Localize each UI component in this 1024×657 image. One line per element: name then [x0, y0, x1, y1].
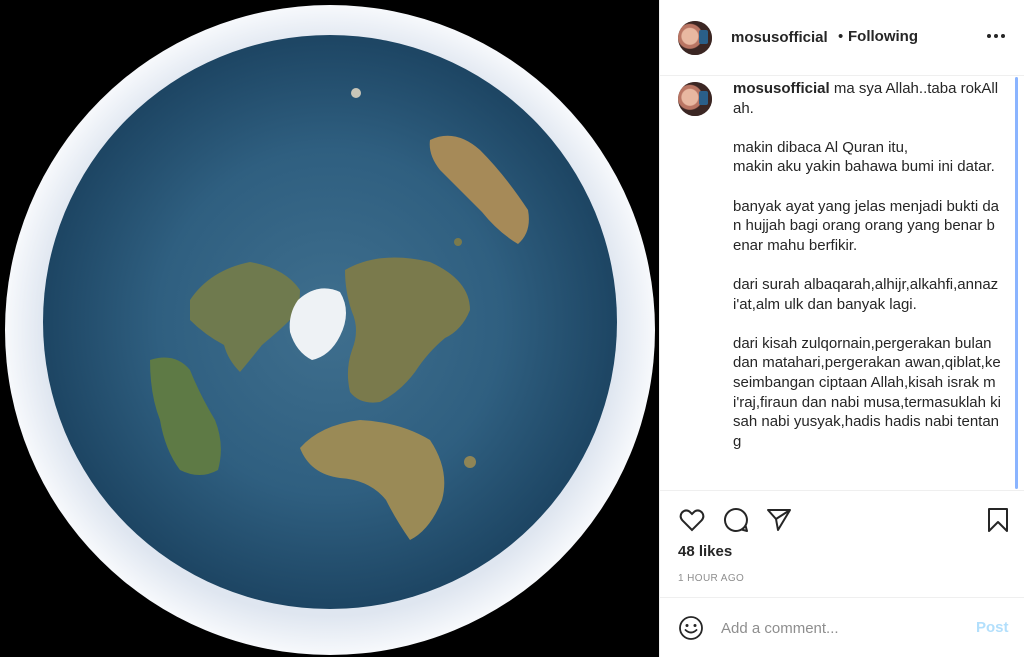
separator-dot: •	[838, 28, 844, 45]
comment-input[interactable]	[721, 618, 961, 638]
scrollbar[interactable]	[1015, 77, 1018, 489]
caption-body: ma sya Allah..taba rokAllah. makin dibac…	[733, 80, 1001, 450]
action-bar: 48 likes 1 HOUR AGO	[660, 490, 1024, 596]
caption-username[interactable]: mosusofficial	[733, 80, 830, 97]
emoji-icon[interactable]	[678, 615, 704, 641]
post-button[interactable]: Post	[976, 619, 1009, 636]
more-horizontal-icon-glyph	[987, 34, 1005, 38]
caption-text: mosusofficial ma sya Allah..taba rokAlla…	[733, 79, 1003, 451]
more-horizontal-icon[interactable]	[986, 24, 1006, 40]
username-link[interactable]: mosusofficial	[731, 29, 828, 46]
post-sidebar: mosusofficial • Following mosusofficial …	[659, 0, 1024, 657]
comment-icon[interactable]	[722, 506, 750, 534]
following-button[interactable]: Following	[848, 28, 918, 45]
heart-icon[interactable]	[678, 506, 706, 534]
instagram-post-view: mosusofficial • Following mosusofficial …	[0, 0, 1024, 657]
share-icon-glyph	[767, 509, 791, 531]
bookmark-icon-glyph	[988, 508, 1008, 532]
flat-earth-map-image	[0, 0, 659, 657]
bookmark-icon[interactable]	[984, 506, 1012, 534]
likes-count[interactable]: 48 likes	[678, 543, 732, 560]
post-header: mosusofficial • Following	[660, 0, 1024, 76]
heart-icon-glyph	[679, 509, 705, 532]
post-image[interactable]	[0, 0, 659, 657]
avatar[interactable]	[678, 21, 712, 55]
timestamp[interactable]: 1 HOUR AGO	[678, 573, 744, 584]
comment-icon-glyph	[724, 507, 748, 532]
comment-bar: Post	[660, 597, 1024, 657]
emoji-icon-glyph	[679, 616, 703, 640]
caption-avatar[interactable]	[678, 82, 712, 116]
caption-scroll-area[interactable]: mosusofficial ma sya Allah..taba rokAlla…	[660, 77, 1024, 489]
share-icon[interactable]	[765, 506, 793, 534]
